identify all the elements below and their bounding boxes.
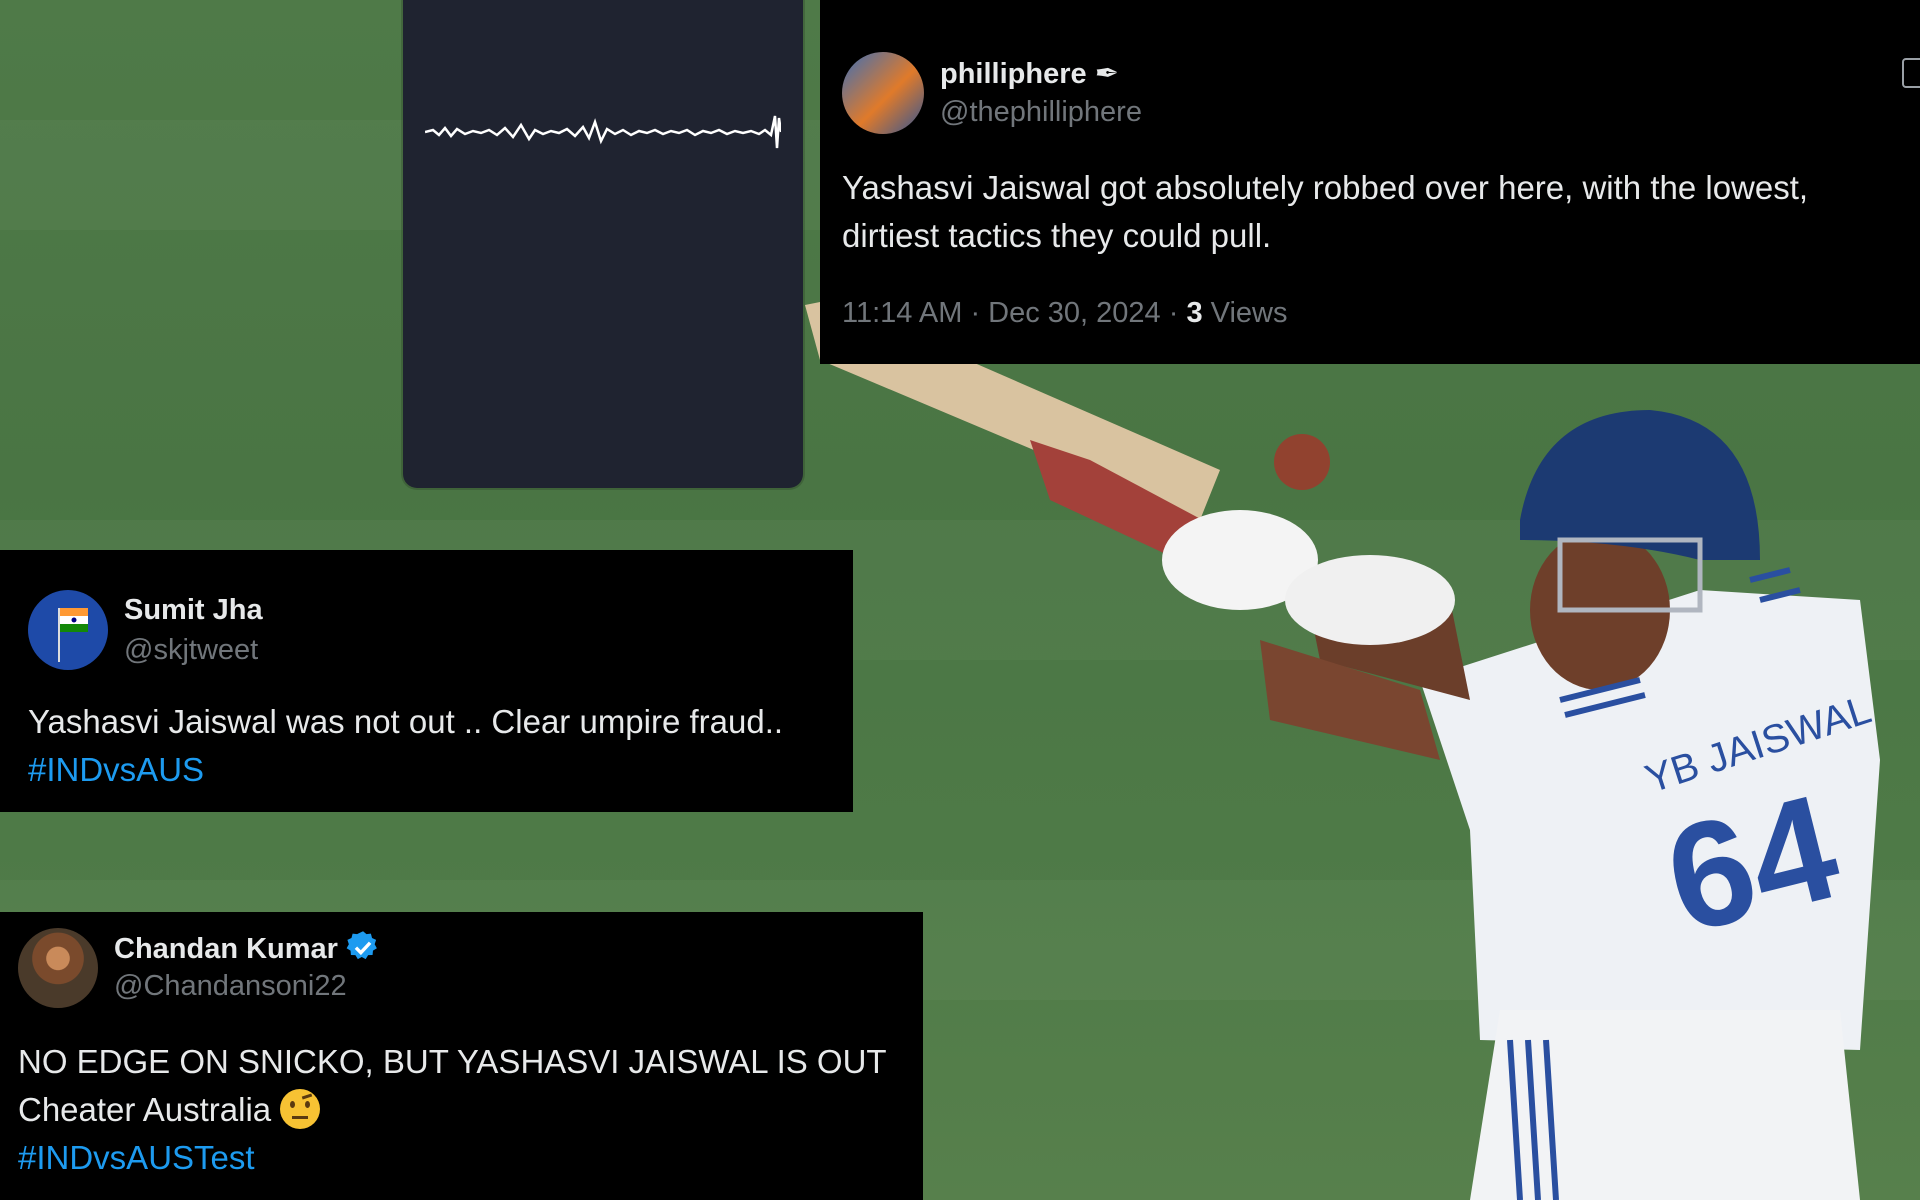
tweet-time[interactable]: 11:14 AM [842, 297, 962, 329]
display-name[interactable]: philliphere [940, 58, 1087, 90]
tweet-text: NO EDGE ON SNICKO, BUT YASHASVI JAISWAL … [18, 1038, 887, 1182]
flag-icon [58, 608, 88, 662]
hashtag-link[interactable]: #INDvsAUSTest [18, 1134, 887, 1182]
tweet-date[interactable]: Dec 30, 2024 [988, 297, 1161, 329]
tweet-line: Yashasvi Jaiswal got absolutely robbed o… [842, 169, 1809, 206]
tweet-meta: 11:14 AM · Dec 30, 2024 · 3 Views [842, 297, 1288, 330]
handle[interactable]: @thephilliphere [940, 96, 1142, 129]
tweet-card-chandan-kumar[interactable]: Chandan Kumar @Chandansoni22 NO EDGE ON … [0, 912, 923, 1200]
avatar[interactable] [842, 52, 924, 134]
meta-separator: · [970, 297, 989, 329]
raised-eyebrow-emoji [280, 1089, 321, 1129]
tweet-card-philliphere[interactable]: philliphere ✒ @thephilliphere Yashasvi J… [820, 0, 1920, 364]
views-label: Views [1210, 297, 1288, 329]
handle[interactable]: @skjtweet [124, 634, 258, 667]
tweet-text: Yashasvi Jaiswal got absolutely robbed o… [842, 164, 1808, 260]
display-name[interactable]: Sumit Jha [124, 594, 263, 627]
meta-separator: · [1168, 297, 1187, 329]
glove-right [1285, 555, 1455, 645]
tweet-line-text: Cheater Australia [18, 1091, 272, 1128]
name-badge-icon: ✒ [1094, 58, 1120, 90]
hashtag-link[interactable]: #INDvsAUS [28, 746, 783, 794]
tweet-line: dirtiest tactics they could pull. [842, 217, 1272, 254]
cricket-ball [1274, 434, 1330, 490]
tweet-line: Cheater Australia [18, 1086, 887, 1134]
tweet-line: NO EDGE ON SNICKO, BUT YASHASVI JAISWAL … [18, 1043, 887, 1080]
avatar[interactable] [18, 928, 98, 1008]
flag-avatar[interactable] [28, 590, 108, 670]
edge-icon[interactable] [1902, 58, 1920, 88]
handle[interactable]: @Chandansoni22 [114, 970, 347, 1003]
tweet-text: Yashasvi Jaiswal was not out .. Clear um… [28, 698, 783, 794]
trousers [1470, 1010, 1860, 1200]
tweet-line: Yashasvi Jaiswal was not out .. Clear um… [28, 703, 784, 740]
verified-badge-icon [346, 931, 377, 960]
display-name[interactable]: Chandan Kumar [114, 933, 338, 965]
view-count: 3 [1186, 297, 1203, 329]
tweet-card-sumit-jha[interactable]: Sumit Jha @skjtweet Yashasvi Jaiswal was… [0, 550, 853, 812]
